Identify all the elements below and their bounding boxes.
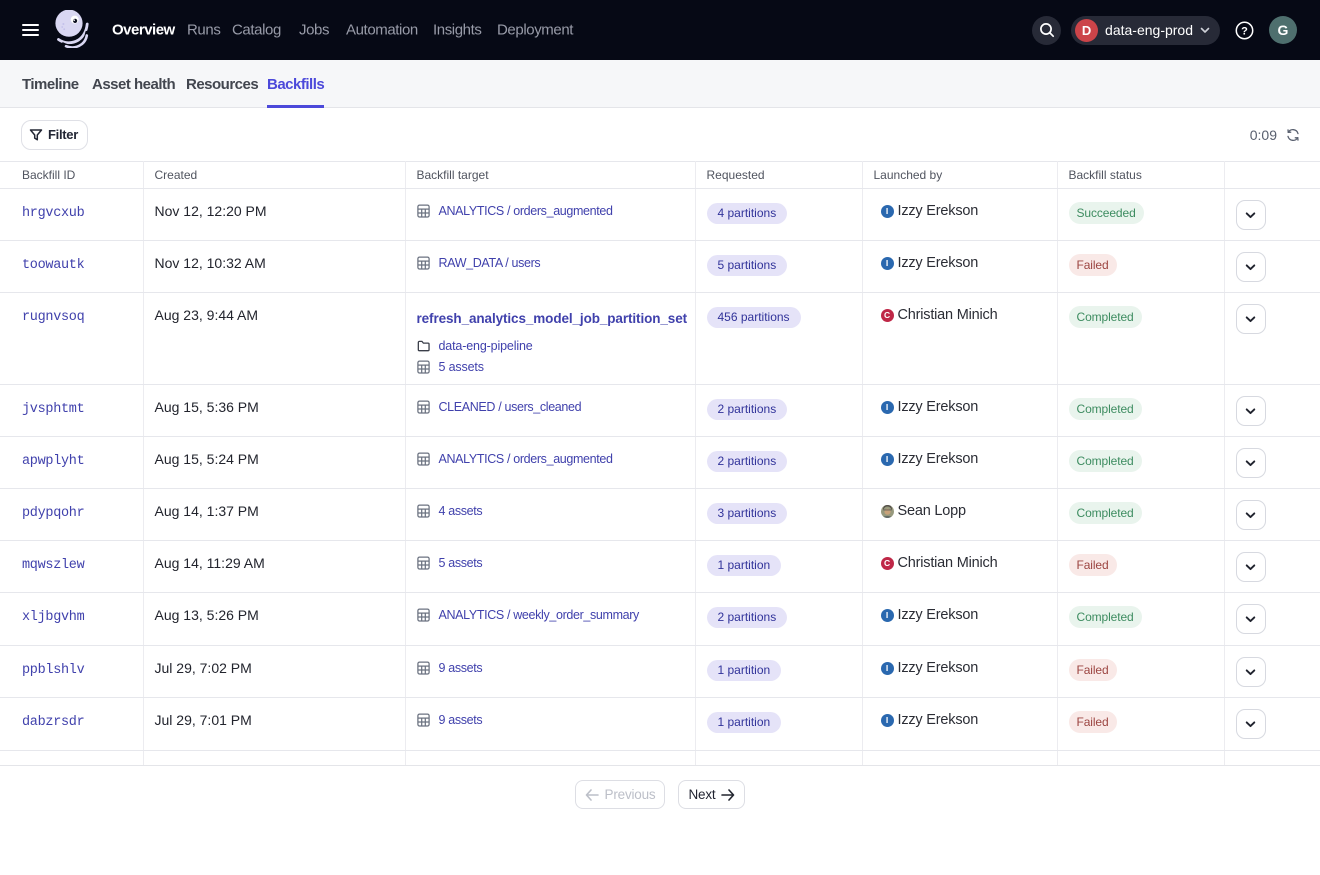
svg-text:?: ? bbox=[1241, 25, 1248, 37]
